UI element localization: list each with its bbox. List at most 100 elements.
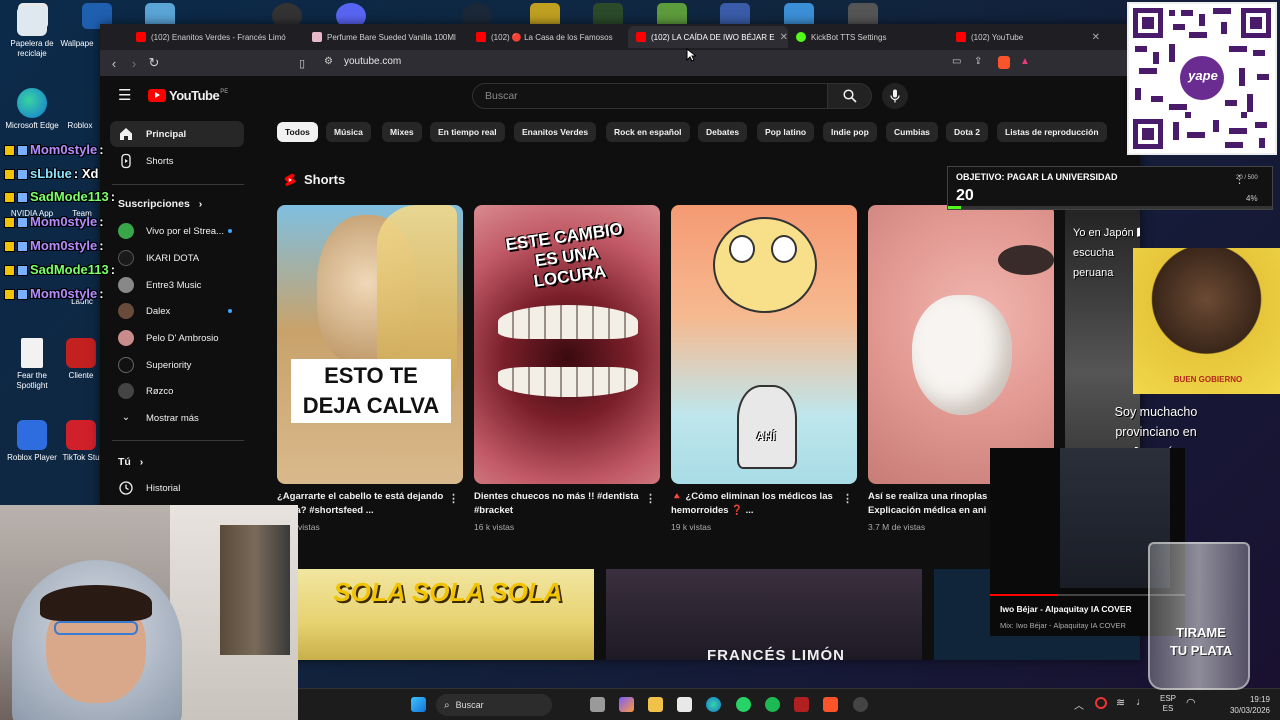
- wifi-icon[interactable]: ◠: [1186, 696, 1196, 709]
- chevron-up-icon[interactable]: ︿: [1074, 697, 1084, 712]
- mic-icon[interactable]: ♩: [1136, 696, 1147, 708]
- short-thumbnail[interactable]: ESTO TE DEJA CALVA: [277, 205, 463, 484]
- avatar: [118, 383, 134, 399]
- whatsapp-icon[interactable]: [736, 697, 751, 712]
- more-options-icon[interactable]: ⋮: [842, 492, 853, 505]
- live-dot-icon: [228, 309, 232, 313]
- chip-pop-latino[interactable]: Pop latino: [757, 122, 815, 142]
- task-view-icon[interactable]: [590, 697, 605, 712]
- obs-icon[interactable]: [853, 697, 868, 712]
- desktop-icon-roblox-player[interactable]: Roblox Player: [2, 420, 62, 463]
- sidebar-item-history[interactable]: Historial: [110, 475, 244, 501]
- chip-indie-pop[interactable]: Indie pop: [823, 122, 877, 142]
- chip-all[interactable]: Todos: [277, 122, 318, 142]
- desktop-icon-tiktok[interactable]: TikTok Stu: [60, 420, 102, 463]
- avatar: [118, 277, 134, 293]
- share-icon[interactable]: ⇪: [974, 56, 982, 67]
- brave-icon[interactable]: [823, 697, 838, 712]
- desktop-icon-fear-spotlight[interactable]: Fear the Spotlight: [2, 338, 62, 391]
- desktop-icon-wallpaper[interactable]: Wallpape: [52, 6, 102, 49]
- short-thumbnail[interactable]: AHÍ: [671, 205, 857, 484]
- file-explorer-icon[interactable]: [648, 697, 663, 712]
- search-button[interactable]: [828, 83, 872, 109]
- voice-search-button[interactable]: [882, 83, 908, 109]
- chip-mixes[interactable]: Mixes: [382, 122, 422, 142]
- video-thumbnail[interactable]: FRANCÉS LIMÓN: [606, 569, 922, 660]
- spotify-icon[interactable]: [765, 697, 780, 712]
- sidebar-item-subscription[interactable]: Dalex: [110, 298, 244, 324]
- brave-rewards-icon[interactable]: ▲: [1020, 56, 1030, 67]
- sidebar-show-more[interactable]: ⌄ Mostrar más: [110, 405, 244, 431]
- brave-shield-icon[interactable]: [998, 56, 1010, 69]
- sidebar-item-subscription[interactable]: Pelo D' Ambrosio: [110, 325, 244, 351]
- tab-kickbot[interactable]: KickBot TTS Settings: [788, 26, 948, 48]
- tab-casa-famosos[interactable]: (102) 🔴 La Casa de los Famosos: [468, 26, 628, 48]
- goal-value: 20: [956, 187, 974, 204]
- reload-icon[interactable]: ↻: [144, 55, 164, 71]
- short-title[interactable]: 🔺 ¿Cómo eliminan los médicos las hemorro…: [671, 490, 841, 518]
- cast-icon[interactable]: ▭: [952, 56, 961, 67]
- chip-cumbias[interactable]: Cumbias: [886, 122, 938, 142]
- site-info-icon[interactable]: ⚙: [324, 56, 333, 67]
- subscriptions-header[interactable]: Suscripciones ›: [118, 198, 202, 210]
- close-icon[interactable]: ✕: [780, 32, 788, 43]
- chip-enanitos[interactable]: Enanitos Verdes: [514, 122, 597, 142]
- chip-playlists[interactable]: Listas de reproducción: [997, 122, 1107, 142]
- chevron-right-icon: ›: [139, 456, 144, 468]
- chip-debates[interactable]: Debates: [698, 122, 748, 142]
- youtube-icon: [476, 32, 486, 42]
- search-input[interactable]: Buscar: [472, 83, 828, 109]
- tab-iwo-bejar[interactable]: (102) LA CAÍDA DE IWO BÉJAR E ✕: [628, 26, 788, 48]
- video-overlay-text: SOLA SOLA SOLA: [333, 577, 563, 607]
- badge-icon: [4, 264, 15, 276]
- video-thumbnail[interactable]: SOLA SOLA SOLA: [298, 569, 594, 660]
- tab-perfume[interactable]: Perfume Bare Sueded Vanilla 100Ml: [304, 26, 468, 48]
- short-thumbnail[interactable]: ESTE CAMBIO ES UNA LOCURA: [474, 205, 660, 484]
- forward-icon[interactable]: ›: [124, 56, 144, 71]
- desktop-icon-edge[interactable]: Microsoft Edge: [2, 88, 62, 131]
- clock[interactable]: 19:19 30/03/2026: [1218, 694, 1270, 716]
- tab-enanitos[interactable]: (102) Enanitos Verdes - Francés Limó: [128, 26, 304, 48]
- avatar: [118, 303, 134, 319]
- more-options-icon[interactable]: ⋮: [645, 492, 656, 505]
- short-title[interactable]: Dientes chuecos no más !! #dentista #bra…: [474, 490, 644, 518]
- url-field[interactable]: youtube.com: [344, 56, 401, 67]
- wifi-icon[interactable]: ≋: [1116, 696, 1125, 709]
- youtube-icon: [136, 32, 146, 42]
- chat-message: Mom0style:: [4, 214, 104, 230]
- language-indicator[interactable]: ESP ES: [1160, 694, 1176, 714]
- chip-live[interactable]: En tiempo real: [430, 122, 505, 142]
- more-options-icon[interactable]: ⋮: [448, 492, 459, 505]
- app-icon[interactable]: [794, 697, 809, 712]
- bookmark-icon[interactable]: ▯: [292, 57, 312, 70]
- short-title[interactable]: Así se realiza una rinoplas Explicación …: [868, 490, 988, 518]
- taskbar-search[interactable]: ⌕ Buscar: [436, 694, 552, 716]
- kickbot-icon: [796, 32, 806, 42]
- short-title[interactable]: ¿Agarrarte el cabello te está dejando ca…: [277, 490, 447, 518]
- back-icon[interactable]: ‹: [104, 56, 124, 71]
- sidebar-item-subscription[interactable]: IKARI DOTA: [110, 245, 244, 271]
- chip-music[interactable]: Música: [326, 122, 371, 142]
- sidebar-item-subscription[interactable]: Entre3 Music: [110, 272, 244, 298]
- short-thumbnail[interactable]: [868, 205, 1054, 484]
- sidebar-item-subscription[interactable]: Superiority: [110, 352, 244, 378]
- windows-start-icon[interactable]: [411, 697, 426, 712]
- desktop-icon-roblox[interactable]: Roblox: [58, 88, 102, 131]
- sidebar-item-subscription[interactable]: Røzco: [110, 378, 244, 404]
- edge-icon[interactable]: [706, 697, 721, 712]
- more-options-icon[interactable]: ⋮: [1234, 173, 1245, 186]
- chip-rock[interactable]: Rock en español: [606, 122, 690, 142]
- live-dot-icon: [228, 229, 232, 233]
- desktop-icon-cliente[interactable]: Cliente: [60, 338, 102, 381]
- sidebar-item-subscription[interactable]: Vivo por el Strea...: [110, 218, 244, 244]
- store-icon[interactable]: [677, 697, 692, 712]
- tray-icon[interactable]: [1095, 697, 1107, 709]
- sidebar-item-home[interactable]: Principal: [110, 121, 244, 147]
- tab-youtube[interactable]: (102) YouTube ✕: [948, 26, 1108, 48]
- sidebar-item-shorts[interactable]: Shorts: [110, 148, 244, 174]
- nose-art: [912, 295, 1012, 415]
- close-icon[interactable]: ✕: [1092, 32, 1100, 43]
- copilot-icon[interactable]: [619, 697, 634, 712]
- chip-dota[interactable]: Dota 2: [946, 122, 988, 142]
- you-header[interactable]: Tú ›: [118, 456, 143, 468]
